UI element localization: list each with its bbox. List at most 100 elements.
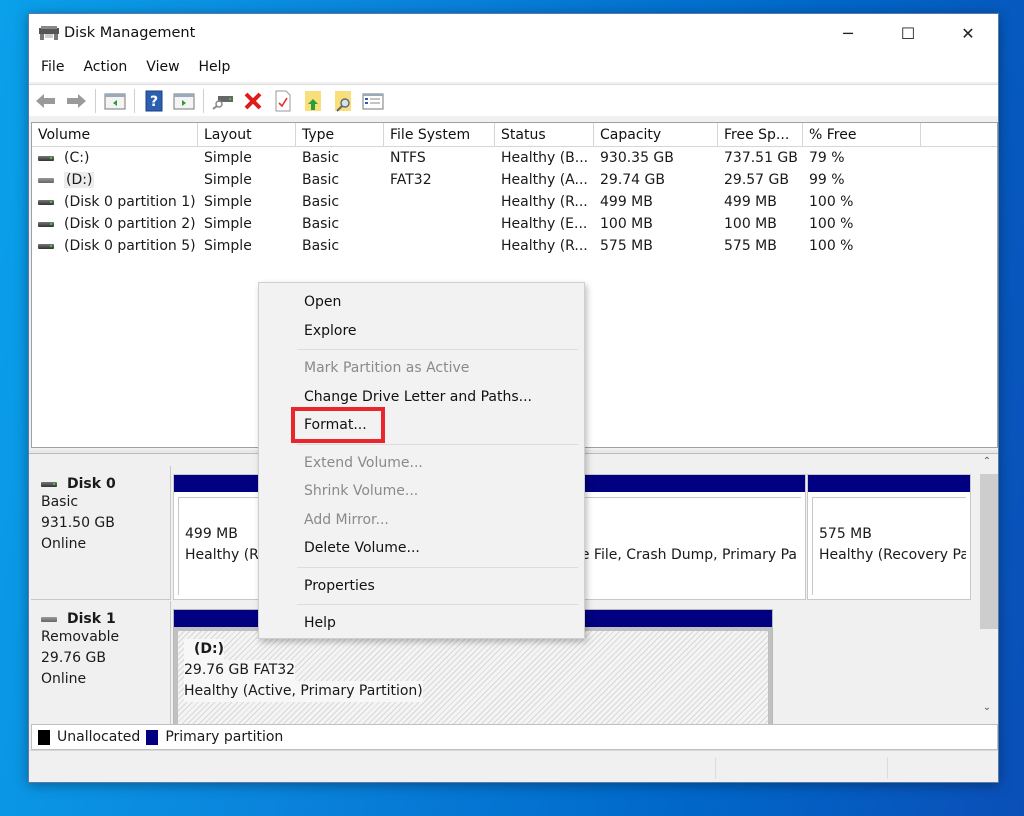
toolbar-separator (134, 88, 135, 113)
maximize-button[interactable]: ☐ (878, 14, 938, 52)
context-menu-item-label: Open (304, 294, 342, 311)
scroll-thumb[interactable] (980, 474, 998, 629)
disk-0-partition-1[interactable]: 499 MB Healthy (Re (173, 474, 263, 600)
close-button[interactable]: ✕ (938, 14, 998, 52)
volume-name-cell: (Disk 0 partition 1) (32, 194, 198, 210)
connect-virtual-disk-icon (212, 95, 233, 110)
disk-management-icon (38, 25, 60, 41)
disk-0-partition-5[interactable]: 575 MB Healthy (Recovery Pa (807, 474, 971, 600)
disk-0-state: Online (41, 536, 87, 552)
context-menu-item-help[interactable]: Help (259, 609, 584, 638)
drive-icon (38, 221, 54, 227)
context-menu-item-label: Delete Volume... (304, 540, 420, 557)
disk-1-info[interactable]: Disk 1 Removable 29.76 GB Online (31, 601, 171, 731)
back-button[interactable] (33, 88, 59, 114)
context-menu-item-open[interactable]: Open (259, 288, 584, 317)
checklist-button[interactable] (270, 88, 296, 114)
menu-help[interactable]: Help (191, 59, 239, 75)
volume-capacity-cell: 499 MB (600, 194, 653, 210)
primary-partition-swatch (146, 729, 159, 745)
context-menu-item-properties[interactable]: Properties (259, 572, 584, 601)
close-icon: ✕ (961, 23, 975, 43)
disk-1-state: Online (41, 671, 87, 687)
volume-row[interactable]: (Disk 0 partition 2) Simple Basic Healthy (… (32, 213, 997, 235)
volume-pct-cell: 100 % (809, 238, 854, 254)
volume-row[interactable]: (C:) Simple Basic NTFS Healthy (B... 930.35 G… (32, 147, 997, 169)
menu-action[interactable]: Action (75, 59, 135, 75)
primary-partition-bar (174, 475, 262, 492)
help-button[interactable]: ? (141, 88, 167, 114)
forward-button[interactable] (63, 88, 89, 114)
context-menu-item-label: Mark Partition as Active (304, 360, 470, 377)
column-header-type[interactable]: Type (296, 123, 384, 146)
folder-up-button[interactable] (300, 88, 326, 114)
volume-status-cell: Healthy (R... (501, 238, 588, 254)
context-menu-item-delete-volume[interactable]: Delete Volume... (259, 534, 584, 563)
removable-drive-icon (38, 177, 54, 183)
show-hide-console-tree-button[interactable] (102, 88, 128, 114)
folder-search-button[interactable] (330, 88, 356, 114)
volume-type-cell: Basic (302, 172, 340, 188)
partition-status: Healthy (Recovery Pa (819, 547, 966, 563)
column-header-status[interactable]: Status (495, 123, 594, 146)
volume-capacity-cell: 29.74 GB (600, 172, 665, 188)
highlight-annotation-box (291, 407, 385, 443)
volume-name: (Disk 0 partition 1) (64, 194, 196, 210)
column-header-capacity[interactable]: Capacity (594, 123, 718, 146)
disk-0-info[interactable]: Disk 0 Basic 931.50 GB Online (31, 466, 171, 600)
context-menu-item-explore[interactable]: Explore (259, 317, 584, 346)
volume-layout-cell: Simple (204, 172, 252, 188)
svg-text:?: ? (150, 94, 158, 110)
window-title: Disk Management (64, 25, 196, 41)
delete-icon (244, 92, 262, 109)
volume-layout-cell: Simple (204, 216, 252, 232)
partition-size: 575 MB (819, 526, 872, 542)
column-header-file-system[interactable]: File System (384, 123, 495, 146)
volume-pct-cell: 79 % (809, 150, 845, 166)
status-bar (29, 750, 998, 782)
context-menu-item-label: Change Drive Letter and Paths... (304, 388, 532, 405)
context-menu-item-format[interactable]: Format... (259, 407, 584, 443)
volume-name: (Disk 0 partition 5) (64, 238, 196, 254)
folder-search-icon (335, 90, 351, 112)
volume-row[interactable]: (D:) Simple Basic FAT32 Healthy (A... 29.74 G… (32, 169, 997, 191)
volume-free-cell: 100 MB (724, 216, 777, 232)
menu-view[interactable]: View (138, 59, 187, 75)
help-icon: ? (145, 90, 163, 111)
back-icon (36, 93, 55, 108)
volume-free-cell: 575 MB (724, 238, 777, 254)
disk-0-name: Disk 0 (67, 476, 116, 492)
delete-button[interactable] (240, 88, 266, 114)
volume-list-header: Volume Layout Type File System Status Ca… (32, 123, 997, 147)
disk-1-name: Disk 1 (67, 611, 116, 627)
scroll-down-icon[interactable]: ⌄ (976, 702, 998, 720)
volume-name: (C:) (64, 150, 90, 166)
toolbar-separator (203, 88, 204, 113)
drive-icon (38, 155, 54, 161)
column-header-layout[interactable]: Layout (198, 123, 296, 146)
folder-up-icon (305, 90, 321, 111)
connect-virtual-disk-button[interactable] (210, 88, 236, 114)
legend-unallocated: Unallocated (57, 729, 141, 745)
volume-type-cell: Basic (302, 194, 340, 210)
volume-name: (Disk 0 partition 2) (64, 216, 196, 232)
column-header-free-space[interactable]: Free Sp... (718, 123, 803, 146)
menu-file[interactable]: File (33, 59, 72, 75)
disk-view-scrollbar[interactable]: ⌃ ⌄ (976, 454, 998, 722)
forward-icon (67, 93, 86, 108)
partition-size: 29.76 GB FAT32 (184, 660, 296, 681)
volume-type-cell: Basic (302, 238, 340, 254)
volume-row[interactable]: (Disk 0 partition 5) Simple Basic Healthy (… (32, 235, 997, 257)
column-header-volume[interactable]: Volume (32, 123, 198, 146)
column-header-percent-free[interactable]: % Free (803, 123, 921, 146)
scroll-up-icon[interactable]: ⌃ (976, 456, 998, 474)
volume-row[interactable]: (Disk 0 partition 1) Simple Basic Healthy (… (32, 191, 997, 213)
volume-capacity-cell: 930.35 GB (600, 150, 674, 166)
minimize-button[interactable]: ─ (818, 14, 878, 52)
properties-list-button[interactable] (360, 88, 386, 114)
volume-type-cell: Basic (302, 150, 340, 166)
title-bar: Disk Management ─ ☐ ✕ (29, 14, 998, 52)
show-hide-action-pane-button[interactable] (171, 88, 197, 114)
context-menu-item-mark-partition-as-active: Mark Partition as Active (259, 354, 584, 383)
context-menu-item-label: Add Mirror... (304, 511, 389, 528)
